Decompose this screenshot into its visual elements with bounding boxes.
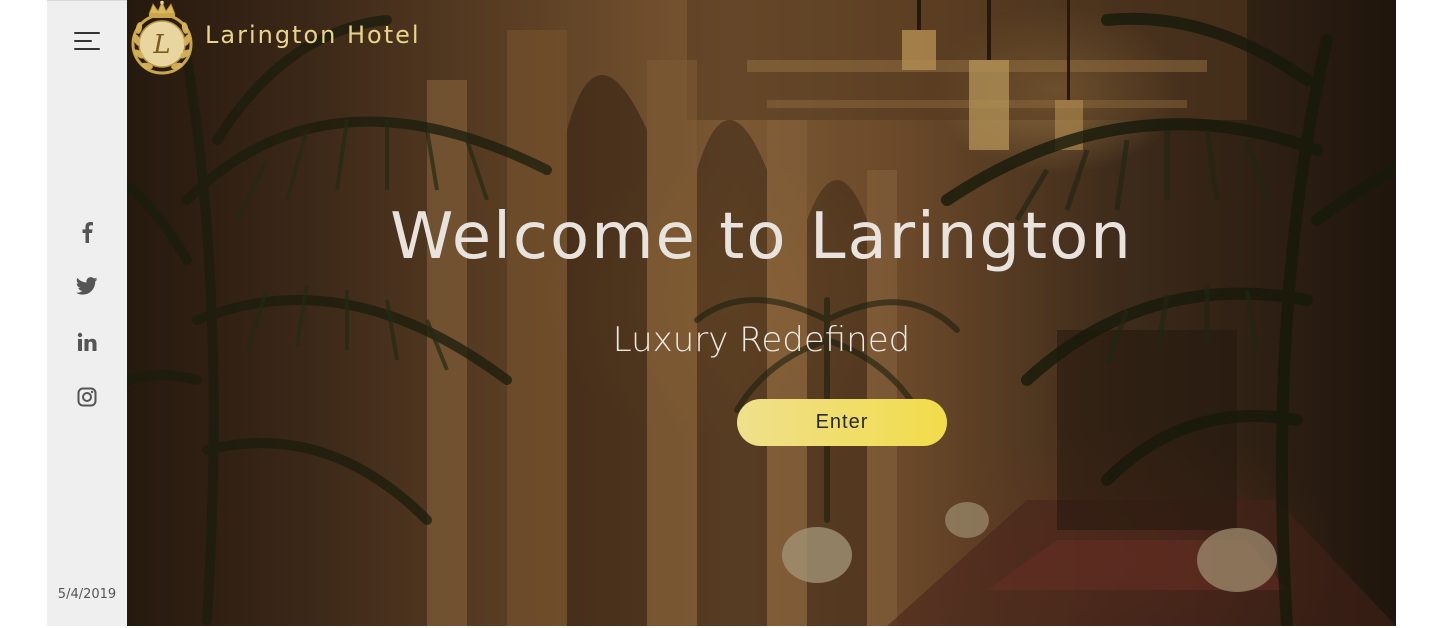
logo-letter: L [152, 30, 170, 60]
brand-name[interactable]: Larington Hotel [205, 21, 421, 49]
page-frame: 5/4/2019 L Larington Hotel Welcome to La… [47, 0, 1396, 626]
brand[interactable]: L Larington Hotel [127, 0, 421, 76]
sidebar: 5/4/2019 [47, 0, 127, 626]
instagram-icon[interactable] [47, 387, 127, 407]
hamburger-menu-icon[interactable] [74, 30, 102, 52]
facebook-icon[interactable] [47, 221, 127, 243]
hero-overlay [127, 0, 1396, 626]
hero-subtitle: Luxury Redefined [612, 320, 911, 360]
hero-section: L Larington Hotel Welcome to Larington L… [127, 0, 1396, 626]
date-label: 5/4/2019 [57, 587, 117, 602]
hero-headline: Welcome to Larington [390, 200, 1133, 274]
linkedin-icon[interactable] [47, 332, 127, 352]
twitter-icon[interactable] [47, 277, 127, 295]
logo-crest-icon: L [131, 0, 193, 75]
enter-button[interactable]: Enter [737, 399, 947, 446]
